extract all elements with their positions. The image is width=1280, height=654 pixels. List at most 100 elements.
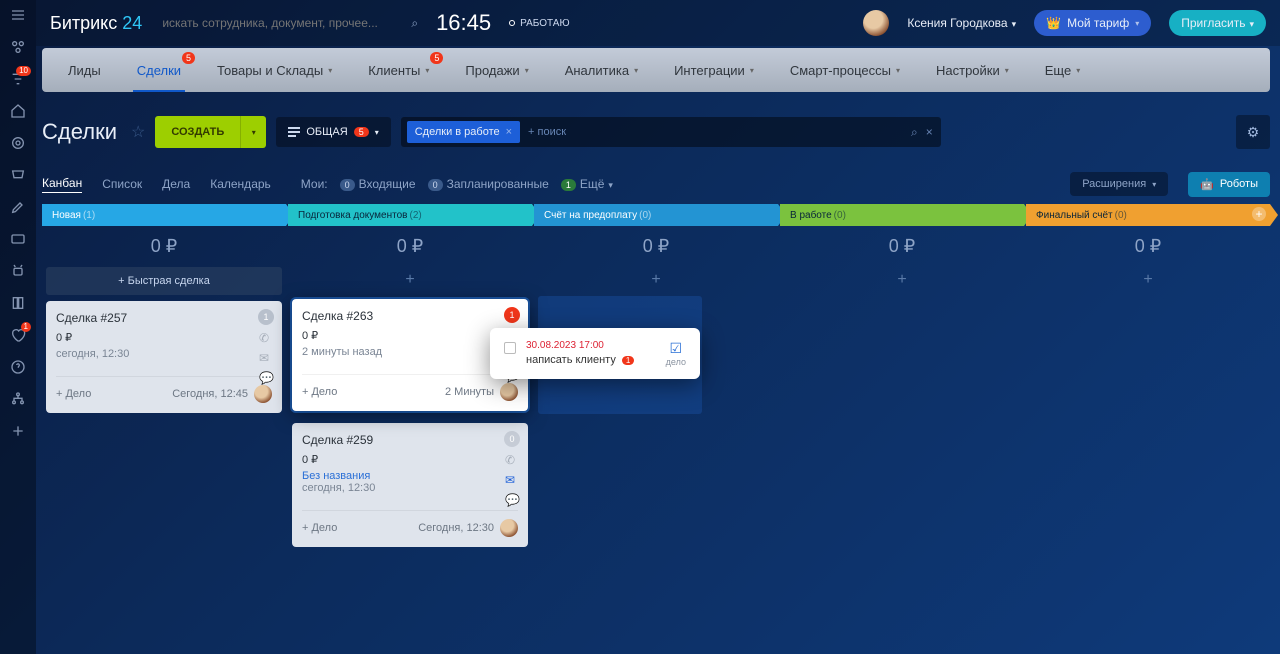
column-header[interactable]: Счёт на предоплату(0) (534, 204, 778, 226)
toolbar: Сделки ☆ СОЗДАТЬ ▾ ОБЩАЯ5▾ Сделки в рабо… (42, 108, 1270, 156)
target-icon[interactable] (9, 134, 27, 152)
search-icon[interactable]: ⌕ (411, 16, 418, 31)
view-kanban[interactable]: Канбан (42, 176, 82, 193)
clear-icon[interactable]: × (926, 125, 933, 140)
column-sum: 0 ₽ (42, 226, 286, 267)
column-add[interactable]: + (780, 267, 1024, 293)
column-add[interactable]: + (1026, 267, 1270, 293)
card-footer-time: 2 Минуты (445, 386, 494, 398)
work-status[interactable]: РАБОТАЮ (509, 18, 569, 29)
robots-button[interactable]: 🤖Роботы (1188, 172, 1270, 197)
column-header[interactable]: Финальный счёт(0)+ (1026, 204, 1270, 226)
column-add[interactable]: + (534, 267, 778, 293)
extensions-button[interactable]: Расширения▾ (1070, 172, 1168, 196)
column-sum: 0 ₽ (288, 226, 532, 267)
add-stage-icon[interactable]: + (1252, 207, 1266, 221)
search-input[interactable]: ⌕ (160, 15, 418, 31)
mine-incoming[interactable]: 0Входящие (340, 177, 416, 191)
card-when: 2 минуты назад (302, 346, 518, 358)
home-icon[interactable] (9, 102, 27, 120)
add-activity[interactable]: + Дело (302, 386, 337, 398)
rail-item[interactable] (9, 38, 27, 56)
nav-leads[interactable]: Лиды (50, 48, 119, 92)
create-main[interactable]: СОЗДАТЬ (155, 116, 240, 148)
card-amount: 0 ₽ (56, 331, 272, 344)
add-activity[interactable]: + Дело (302, 522, 337, 534)
create-button[interactable]: СОЗДАТЬ ▾ (155, 116, 266, 148)
rail-filter[interactable]: 10 (9, 70, 27, 88)
rail-heart[interactable]: 1 (9, 326, 27, 344)
pipeline-select[interactable]: ОБЩАЯ5▾ (276, 117, 390, 147)
mail-icon[interactable]: ✉ (505, 473, 520, 487)
user-menu[interactable]: Ксения Городкова (907, 16, 1016, 30)
settings-button[interactable]: ⚙ (1236, 115, 1270, 149)
view-list[interactable]: Список (102, 177, 142, 191)
cart-icon[interactable] (9, 166, 27, 184)
filter-chip[interactable]: Сделки в работе× (407, 121, 520, 143)
deal-card-259[interactable]: Сделка #259 0 ₽ Без названия сегодня, 12… (292, 423, 528, 547)
nav-analytics[interactable]: Аналитика▾ (547, 48, 656, 92)
assignee-avatar[interactable] (500, 519, 518, 537)
menu-icon[interactable] (9, 6, 27, 24)
nav-smartproc[interactable]: Смарт-процессы▾ (772, 48, 918, 92)
card-badge: 0 (504, 431, 520, 447)
assignee-avatar[interactable] (500, 383, 518, 401)
nav-integrations[interactable]: Интеграции▾ (656, 48, 772, 92)
help-icon[interactable] (9, 358, 27, 376)
add-activity[interactable]: + Дело (56, 388, 91, 400)
column-header[interactable]: Новая(1) (42, 204, 286, 226)
filter-search[interactable]: Сделки в работе× + поиск ⌕× (401, 117, 941, 147)
nav-clients[interactable]: Клиенты▾5 (350, 48, 447, 92)
activity-popover: 30.08.2023 17:00 написать клиенту1 ☑дело (490, 328, 700, 379)
create-dropdown[interactable]: ▾ (240, 116, 266, 148)
search-icon[interactable]: ⌕ (911, 125, 918, 140)
invite-button[interactable]: Пригласить (1169, 10, 1266, 36)
column-header[interactable]: В работе(0) (780, 204, 1024, 226)
quick-deal-button[interactable]: + Быстрая сделка (46, 267, 282, 295)
sitemap-icon[interactable] (9, 390, 27, 408)
card-badge: 1 (258, 309, 274, 325)
favorite-icon[interactable]: ☆ (131, 122, 145, 142)
android-icon[interactable] (9, 262, 27, 280)
view-activities[interactable]: Дела (162, 177, 190, 191)
column-header[interactable]: Подготовка документов(2) (288, 204, 532, 226)
mine-label: Мои: (301, 177, 328, 191)
phone-icon[interactable]: ✆ (259, 331, 274, 345)
deal-card-257[interactable]: Сделка #257 0 ₽ сегодня, 12:30 1 ✆✉💬 + Д… (46, 301, 282, 413)
edit-icon[interactable] (9, 198, 27, 216)
card-link[interactable]: Без названия (302, 470, 518, 482)
nav-more[interactable]: Еще▾ (1027, 48, 1098, 92)
card-title: Сделка #259 (302, 433, 518, 447)
book-icon[interactable] (9, 294, 27, 312)
chat-icon[interactable]: 💬 (259, 371, 274, 385)
tariff-button[interactable]: 👑Мой тариф▾ (1034, 10, 1151, 36)
chip-remove-icon[interactable]: × (506, 126, 512, 138)
avatar[interactable] (863, 10, 889, 36)
popover-date: 30.08.2023 17:00 (526, 340, 634, 351)
mine-more[interactable]: 1Ещё (561, 177, 613, 191)
popover-task[interactable]: написать клиенту (526, 354, 616, 366)
mail-icon[interactable]: ✉ (259, 351, 274, 365)
chat-icon[interactable]: 💬 (505, 493, 520, 507)
assignee-avatar[interactable] (254, 385, 272, 403)
card-icon[interactable] (9, 230, 27, 248)
nav-badge: 5 (430, 52, 443, 64)
pipeline-count: 5 (354, 127, 369, 137)
popover-action[interactable]: ☑дело (666, 340, 686, 367)
plus-icon[interactable] (9, 422, 27, 440)
column-sum: 0 ₽ (1026, 226, 1270, 267)
nav-settings[interactable]: Настройки▾ (918, 48, 1027, 92)
nav-products[interactable]: Товары и Склады▾ (199, 48, 350, 92)
task-checkbox[interactable] (504, 342, 516, 354)
column-add[interactable]: + (288, 267, 532, 293)
kanban-column-invoice: Счёт на предоплату(0) 0 ₽ + (534, 204, 778, 654)
nav-sales[interactable]: Продажи▾ (447, 48, 546, 92)
mine-planned[interactable]: 0Запланированные (428, 177, 549, 191)
logo[interactable]: Битрикс 24 (50, 13, 142, 34)
card-title: Сделка #263 (302, 309, 518, 323)
view-calendar[interactable]: Календарь (210, 177, 271, 191)
search-field[interactable] (160, 15, 418, 31)
card-footer-time: Сегодня, 12:30 (418, 522, 494, 534)
phone-icon[interactable]: ✆ (505, 453, 520, 467)
nav-deals[interactable]: Сделки5 (119, 48, 199, 92)
